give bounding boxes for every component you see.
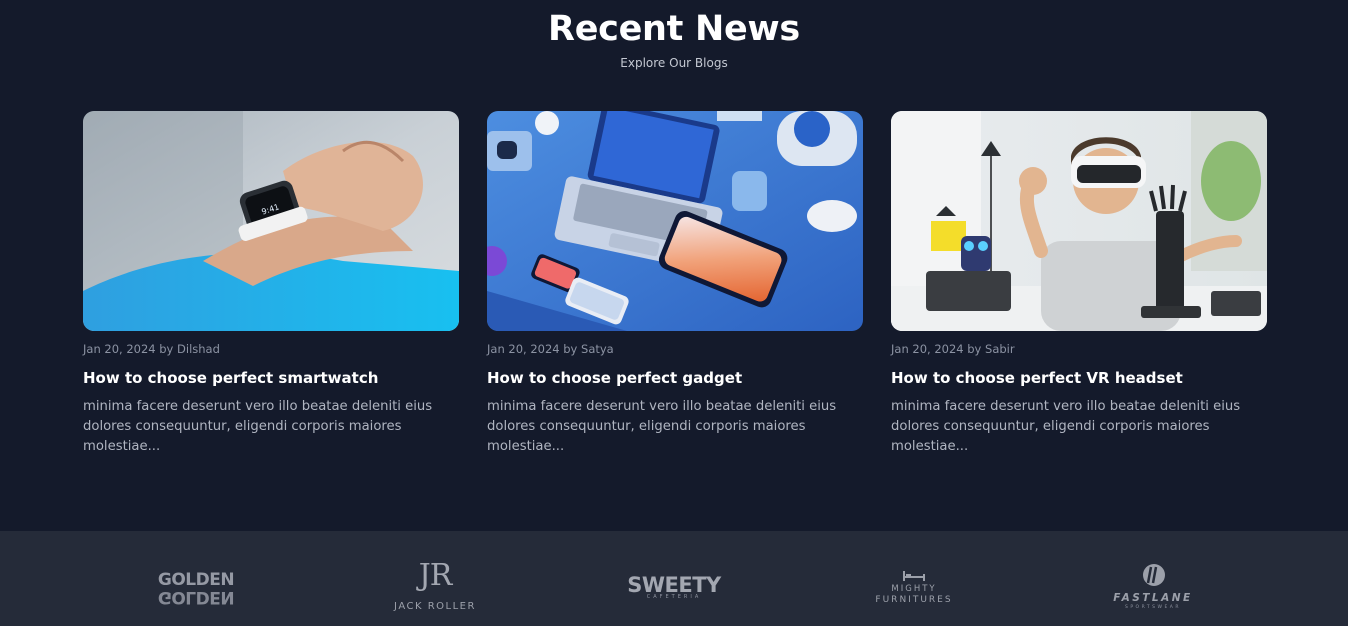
blog-card[interactable]: Jan 20, 2024 by Satya How to choose perf…: [487, 111, 863, 457]
brand-logo-jack-roller[interactable]: JR JACK ROLLER: [385, 531, 485, 626]
brand-monogram: JR: [418, 558, 453, 593]
section-subtitle: Explore Our Blogs: [620, 56, 728, 70]
post-excerpt: minima facere deserunt vero illo beatae …: [83, 399, 433, 454]
post-by: by: [159, 342, 174, 356]
post-meta: Jan 20, 2024 by Satya: [487, 342, 863, 358]
post-by: by: [563, 342, 578, 356]
brand-name: JACK ROLLER: [394, 601, 476, 612]
brand-logo-sweety[interactable]: SWEETY CAFETERIA: [620, 531, 728, 626]
blog-card[interactable]: 9:41 Jan 20, 2024 by Dilshad How to choo…: [83, 111, 459, 457]
vr-headset-photo[interactable]: [891, 111, 1267, 331]
brand-logo-mighty-furnitures[interactable]: MIGHTY FURNITURES: [864, 531, 964, 626]
section-title: Recent News: [548, 9, 800, 49]
brand-name-line-1: MIGHTY: [891, 584, 937, 594]
post-author[interactable]: Sabir: [985, 342, 1015, 356]
bed-icon: [903, 571, 925, 581]
post-date: Jan 20, 2024: [487, 342, 560, 356]
post-date: Jan 20, 2024: [83, 342, 156, 356]
fastlane-stripes-icon: [1143, 564, 1165, 586]
post-excerpt: minima facere deserunt vero illo beatae …: [891, 399, 1241, 454]
brand-logo-golden[interactable]: GOLDEN GOLDEN: [146, 531, 246, 626]
brand-tagline: CAFETERIA: [646, 594, 702, 600]
blog-card[interactable]: Jan 20, 2024 by Sabir How to choose perf…: [891, 111, 1267, 457]
brand-logos-strip: GOLDEN GOLDEN JR JACK ROLLER SWEETY CAFE…: [0, 531, 1348, 626]
post-author[interactable]: Dilshad: [177, 342, 220, 356]
brand-tagline: SPORTSWEAR: [1124, 605, 1181, 610]
post-by: by: [967, 342, 982, 356]
post-title[interactable]: How to choose perfect gadget: [487, 369, 863, 389]
brand-name-line-2: FURNITURES: [875, 595, 953, 605]
post-date: Jan 20, 2024: [891, 342, 964, 356]
post-title[interactable]: How to choose perfect VR headset: [891, 369, 1267, 389]
brand-name: FASTLANE: [1113, 592, 1193, 604]
gadgets-photo[interactable]: [487, 111, 863, 331]
brand-mirror-name: GOLDEN: [157, 587, 235, 607]
smartwatch-photo[interactable]: 9:41: [83, 111, 459, 331]
post-title[interactable]: How to choose perfect smartwatch: [83, 369, 459, 389]
recent-news-section: Recent News Explore Our Blogs 9:41 Jan 2…: [0, 0, 1348, 531]
brand-logo-fastlane[interactable]: FASTLANE SPORTSWEAR: [1103, 531, 1203, 626]
post-meta: Jan 20, 2024 by Dilshad: [83, 342, 459, 358]
post-meta: Jan 20, 2024 by Sabir: [891, 342, 1267, 358]
post-author[interactable]: Satya: [581, 342, 614, 356]
post-excerpt: minima facere deserunt vero illo beatae …: [487, 399, 837, 454]
